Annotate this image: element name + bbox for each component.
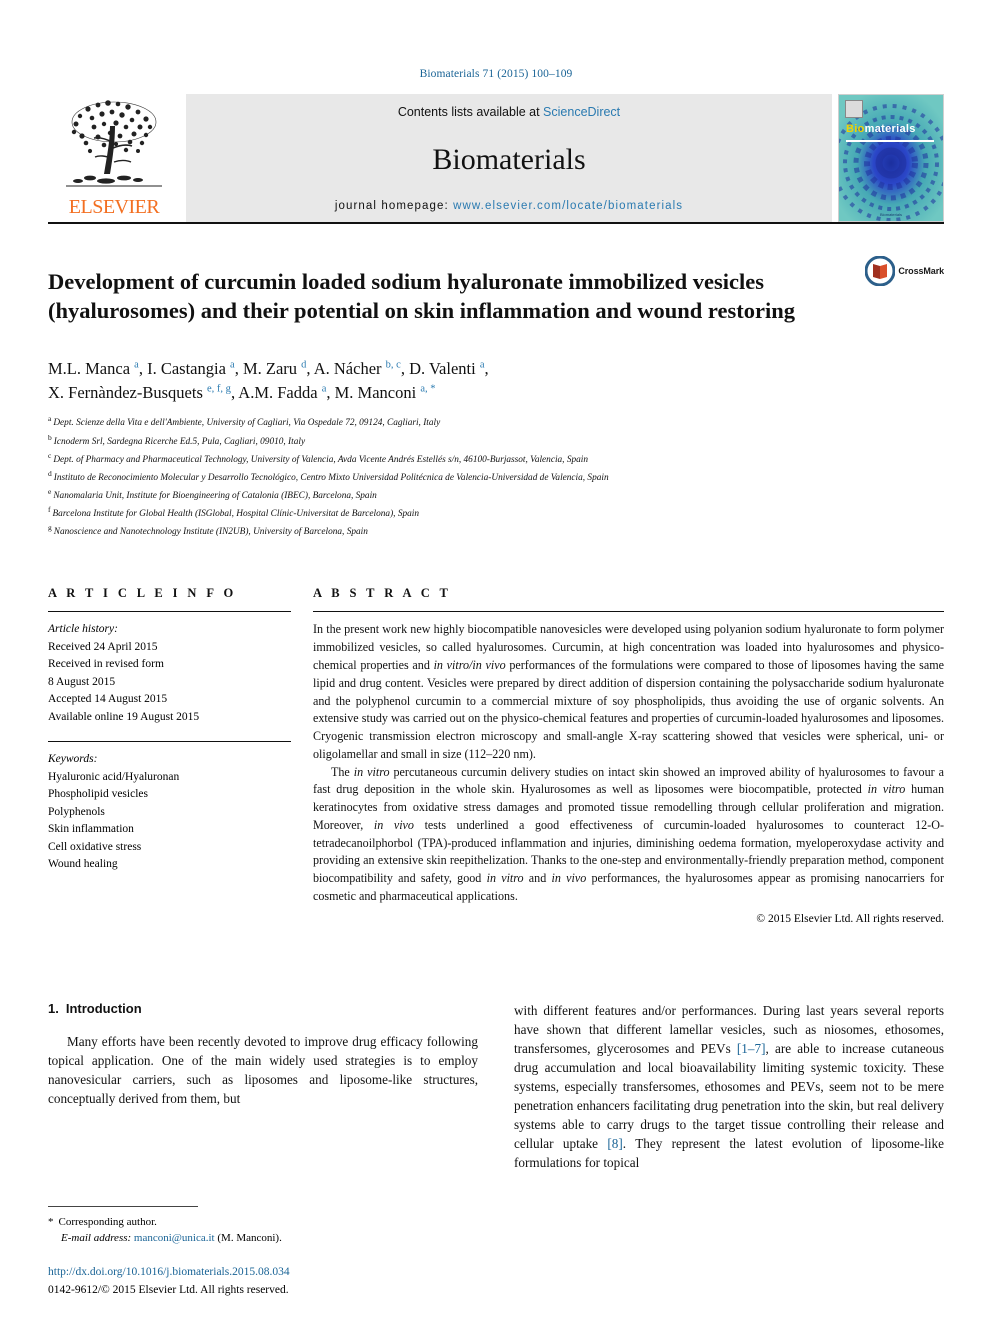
affiliation-text: Dept. of Pharmacy and Pharmaceutical Tec… bbox=[53, 454, 589, 465]
footnote-divider bbox=[48, 1205, 198, 1207]
abstract-paragraph: The in vitro percutaneous curcumin deliv… bbox=[313, 764, 945, 903]
keyword-item: Wound healing bbox=[48, 858, 118, 871]
footnote-star: * bbox=[48, 1215, 54, 1228]
cover-title: Biomaterials bbox=[846, 123, 916, 135]
title-block: Development of curcumin loaded sodium hy… bbox=[48, 252, 944, 341]
elsevier-logo: ELSEVIER bbox=[48, 94, 180, 222]
doi-link[interactable]: http://dx.doi.org/10.1016/j.biomaterials… bbox=[48, 1264, 478, 1281]
corresponding-author-line: * Corresponding author. bbox=[48, 1214, 478, 1231]
email-suffix: (M. Manconi). bbox=[217, 1232, 282, 1244]
history-item: Accepted 14 August 2015 bbox=[48, 693, 168, 706]
affiliation-item: b Icnoderm Srl, Sardegna Ricerche Ed.5, P… bbox=[48, 432, 306, 447]
homepage-link[interactable]: www.elsevier.com/locate/biomaterials bbox=[453, 200, 683, 212]
affiliation-item: d Instituto de Reconocimiento Molecular y… bbox=[48, 468, 609, 483]
affiliation-item: e Nanomalaria Unit, Institute for Bioengi… bbox=[48, 487, 377, 502]
crossmark-label: CrossMark bbox=[898, 266, 944, 276]
cover-title-part2: materials bbox=[864, 123, 916, 135]
keyword-item: Hyaluronic acid/Hyaluronan bbox=[48, 770, 180, 783]
cover-footer-text: Biomaterials bbox=[879, 211, 902, 217]
intro-paragraph-right: with different features and/or performan… bbox=[514, 1002, 944, 1170]
article-history-list: Received 24 April 2015 Received in revis… bbox=[48, 639, 291, 726]
body-column-right: with different features and/or performan… bbox=[514, 1001, 944, 1172]
history-item: Received in revised form bbox=[48, 658, 164, 671]
sciencedirect-link[interactable]: ScienceDirect bbox=[543, 105, 620, 119]
journal-cover-thumbnail: Biomaterials Biomaterials bbox=[838, 94, 944, 222]
crossmark-icon bbox=[865, 256, 896, 286]
divider bbox=[48, 741, 291, 743]
email-line: E-mail address: manconi@unica.it (M. Man… bbox=[48, 1230, 478, 1247]
cover-title-part1: Bio bbox=[846, 123, 865, 135]
abstract-paragraph: In the present work new highly biocompat… bbox=[313, 622, 944, 761]
abstract-body: In the present work new highly biocompat… bbox=[313, 621, 944, 905]
affiliation-text: Icnoderm Srl, Sardegna Ricerche Ed.5, Pu… bbox=[53, 436, 306, 447]
running-head: Biomaterials 71 (2015) 100–109 bbox=[419, 68, 573, 80]
page-title: Development of curcumin loaded sodium hy… bbox=[48, 269, 795, 324]
issn-copyright-line: 0142-9612/© 2015 Elsevier Ltd. All right… bbox=[48, 1283, 289, 1296]
author-line-1: M.L. Manca a, I. Castangia a, M. Zaru d,… bbox=[48, 358, 489, 378]
cover-publisher-badge bbox=[845, 100, 863, 118]
elsevier-wordmark: ELSEVIER bbox=[68, 196, 160, 218]
journal-title: Biomaterials bbox=[432, 142, 586, 176]
contents-prefix: Contents lists available at bbox=[397, 105, 544, 119]
intro-paragraph-left: Many efforts have been recently devoted … bbox=[48, 1033, 478, 1106]
affiliation-item: c Dept. of Pharmacy and Pharmaceutical Te… bbox=[48, 450, 589, 465]
masthead-center: Contents lists available at ScienceDirec… bbox=[186, 94, 832, 222]
affiliation-text: Nanoscience and Nanotechnology Institute… bbox=[53, 527, 368, 538]
affiliation-text: Dept. Scienze della Vita e dell'Ambiente… bbox=[53, 418, 441, 429]
paper-page: Biomaterials 71 (2015) 100–109 ELSEVIER … bbox=[0, 0, 992, 1323]
article-info-heading: A R T I C L E I N F O bbox=[48, 586, 237, 601]
affiliation-text: Instituto de Reconocimiento Molecular y … bbox=[53, 472, 609, 483]
keywords-label: Keywords: bbox=[48, 753, 98, 766]
crossmark-badge[interactable]: CrossMark bbox=[840, 252, 944, 341]
cover-rule bbox=[846, 140, 934, 142]
body-columns: 1. Introduction Many efforts have been re… bbox=[48, 1001, 944, 1172]
section-heading-introduction: 1. Introduction bbox=[48, 1001, 478, 1016]
author-list: M.L. Manca a, I. Castangia a, M. Zaru d,… bbox=[48, 357, 748, 405]
homepage-line: journal homepage: www.elsevier.com/locat… bbox=[335, 200, 683, 212]
affiliation-item: f Barcelona Institute for Global Health (… bbox=[48, 505, 420, 520]
author-line-2: X. Fernàndez-Busquets e, f, g, A.M. Fadd… bbox=[48, 382, 436, 402]
section-number: 1. bbox=[48, 1000, 59, 1016]
abstract-heading: A B S T R A C T bbox=[313, 586, 452, 601]
affiliation-list: a Dept. Scienze della Vita e dell'Ambient… bbox=[48, 413, 944, 540]
affiliation-item: g Nanoscience and Nanotechnology Institut… bbox=[48, 523, 368, 538]
email-link[interactable]: manconi@unica.it bbox=[134, 1232, 215, 1244]
footnote-block: * Corresponding author. E-mail address: m… bbox=[48, 1205, 478, 1300]
divider bbox=[313, 611, 944, 613]
corresponding-author-text: Corresponding author. bbox=[58, 1215, 157, 1228]
keywords-list: Hyaluronic acid/Hyaluronan Phospholipid … bbox=[48, 769, 291, 874]
homepage-prefix: journal homepage: bbox=[334, 200, 454, 212]
journal-masthead: ELSEVIER Contents lists available at Sci… bbox=[48, 94, 944, 224]
info-abstract-section: A R T I C L E I N F O Article history: R… bbox=[48, 586, 944, 925]
keyword-item: Skin inflammation bbox=[48, 823, 134, 836]
keyword-item: Polyphenols bbox=[48, 805, 105, 818]
contents-line: Contents lists available at ScienceDirec… bbox=[398, 105, 620, 119]
keyword-item: Cell oxidative stress bbox=[48, 840, 142, 853]
abstract-copyright: © 2015 Elsevier Ltd. All rights reserved… bbox=[756, 912, 944, 925]
body-column-left: 1. Introduction Many efforts have been re… bbox=[48, 1001, 478, 1172]
affiliation-item: a Dept. Scienze della Vita e dell'Ambient… bbox=[48, 414, 441, 429]
divider bbox=[48, 611, 291, 613]
abstract-column: A B S T R A C T In the present work new … bbox=[313, 586, 944, 925]
elsevier-tree-icon bbox=[66, 100, 162, 187]
keyword-item: Phospholipid vesicles bbox=[48, 788, 148, 801]
history-item: Received 24 April 2015 bbox=[48, 640, 158, 653]
email-label: E-mail address: bbox=[61, 1232, 132, 1244]
history-item: Available online 19 August 2015 bbox=[48, 710, 200, 723]
history-item: 8 August 2015 bbox=[48, 675, 116, 688]
article-info-column: A R T I C L E I N F O Article history: R… bbox=[48, 586, 291, 924]
section-title: Introduction bbox=[65, 1000, 142, 1016]
article-history-label: Article history: bbox=[48, 623, 118, 636]
affiliation-text: Nanomalaria Unit, Institute for Bioengin… bbox=[53, 491, 377, 502]
affiliation-text: Barcelona Institute for Global Health (I… bbox=[52, 509, 420, 520]
